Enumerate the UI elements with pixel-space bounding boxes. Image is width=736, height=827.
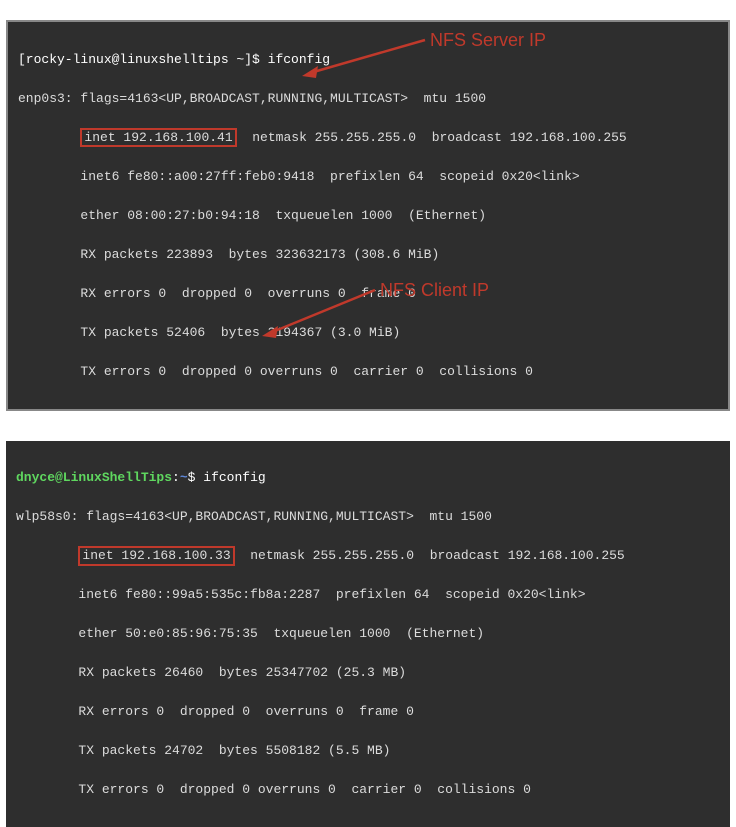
client-rx-packets-line: RX packets 26460 bytes 25347702 (25.3 MB… [16,663,720,683]
server-arrow-icon [300,38,430,78]
server-inet-line: inet 192.168.100.41 netmask 255.255.255.… [18,128,718,148]
client-prompt-path: ~ [180,470,188,485]
server-inet6-line: inet6 fe80::a00:27ff:feb0:9418 prefixlen… [18,167,718,187]
client-interface-line: wlp58s0: flags=4163<UP,BROADCAST,RUNNING… [16,507,720,527]
client-command: ifconfig [203,470,265,485]
server-inet-rest: netmask 255.255.255.0 broadcast 192.168.… [237,130,627,145]
client-arrow-icon [260,288,380,338]
server-rx-packets-line: RX packets 223893 bytes 323632173 (308.6… [18,245,718,265]
client-ether-line: ether 50:e0:85:96:75:35 txqueuelen 1000 … [16,624,720,644]
server-ether-line: ether 08:00:27:b0:94:18 txqueuelen 1000 … [18,206,718,226]
client-rx-errors-line: RX errors 0 dropped 0 overruns 0 frame 0 [16,702,720,722]
server-inet-highlight: inet 192.168.100.41 [80,128,236,148]
client-prompt-sep: : [172,470,180,485]
client-inet-line: inet 192.168.100.33 netmask 255.255.255.… [16,546,720,566]
client-ip-label: NFS Client IP [380,280,489,301]
client-inet6-line: inet6 fe80::99a5:535c:fb8a:2287 prefixle… [16,585,720,605]
client-inet-highlight: inet 192.168.100.33 [78,546,234,566]
server-tx-errors-line: TX errors 0 dropped 0 overruns 0 carrier… [18,362,718,382]
client-tx-errors-line: TX errors 0 dropped 0 overruns 0 carrier… [16,780,720,800]
client-prompt-end: $ [188,470,204,485]
server-ip-label: NFS Server IP [430,30,546,51]
client-terminal: dnyce@LinuxShellTips:~$ ifconfig wlp58s0… [6,441,730,827]
server-interface-line: enp0s3: flags=4163<UP,BROADCAST,RUNNING,… [18,89,718,109]
server-terminal: [rocky-linux@linuxshelltips ~]$ ifconfig… [6,20,730,411]
client-prompt-user: dnyce@LinuxShellTips [16,470,172,485]
server-prompt: [rocky-linux@linuxshelltips ~]$ [18,52,268,67]
client-tx-packets-line: TX packets 24702 bytes 5508182 (5.5 MB) [16,741,720,761]
client-inet-rest: netmask 255.255.255.0 broadcast 192.168.… [235,548,625,563]
client-prompt-line: dnyce@LinuxShellTips:~$ ifconfig [16,468,720,488]
